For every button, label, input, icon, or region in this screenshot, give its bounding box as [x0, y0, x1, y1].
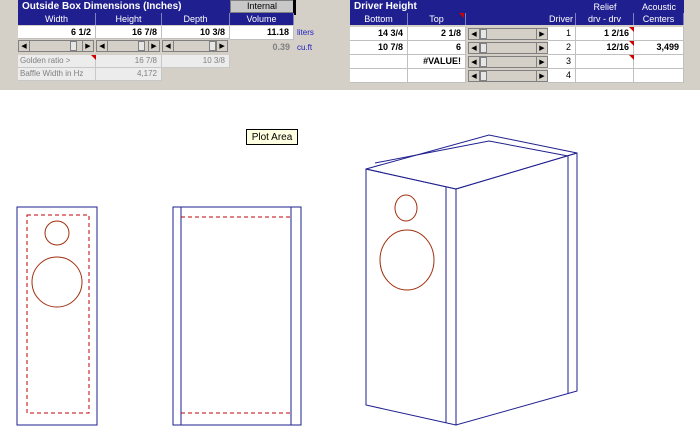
row3-acoustic — [634, 55, 684, 69]
scroll-left-icon[interactable]: ◀ — [469, 29, 480, 39]
iso-top-face — [365, 134, 578, 190]
width-value[interactable]: 6 1/2 — [18, 26, 96, 39]
col-top-header: Top — [408, 13, 466, 25]
relief-subheader: drv - drv — [576, 13, 634, 25]
row4-driver-number: 4 — [548, 69, 576, 83]
row1-top[interactable]: 2 1/8 — [408, 27, 466, 41]
side-outline — [172, 206, 302, 426]
acoustic-header: Acoustic — [634, 0, 684, 13]
scroll-thumb[interactable] — [209, 41, 217, 51]
row4-scrollbar[interactable]: ◀ ▶ — [468, 70, 548, 82]
scroll-left-icon[interactable]: ◀ — [469, 57, 480, 67]
row3-scrollbar[interactable]: ◀ ▶ — [468, 56, 548, 68]
scroll-left-icon[interactable]: ◀ — [97, 41, 108, 51]
scroll-thumb[interactable] — [70, 41, 77, 51]
row3-driver-number: 3 — [548, 55, 576, 69]
golden-ratio-label: Golden ratio > — [18, 55, 96, 68]
iso-side-face — [455, 152, 578, 426]
acoustic-subheader: Centers — [634, 13, 684, 25]
scroll-left-icon[interactable]: ◀ — [469, 43, 480, 53]
height-scrollbar[interactable]: ◀ ▶ — [96, 40, 160, 52]
speaker-drawing[interactable] — [0, 90, 700, 445]
baffle-width-label: Baffle Width in Hz — [18, 68, 96, 81]
scroll-right-icon[interactable]: ▶ — [82, 41, 93, 51]
tweeter-circle — [44, 220, 70, 246]
scroll-right-icon[interactable]: ▶ — [536, 71, 547, 81]
driver-height-header: Driver Height — [350, 0, 576, 13]
liters-value: 11.18 — [230, 26, 294, 40]
col-height-header: Height — [96, 13, 162, 25]
col-driver-header: Driver — [466, 13, 576, 25]
volume-header: Volume — [230, 13, 294, 25]
scroll-thumb[interactable] — [480, 71, 487, 81]
row2-bottom[interactable]: 10 7/8 — [350, 41, 408, 55]
row1-scrollbar[interactable]: ◀ ▶ — [468, 28, 548, 40]
iso-tweeter — [394, 194, 418, 222]
row4-top[interactable] — [408, 69, 466, 83]
scroll-thumb[interactable] — [480, 57, 487, 67]
row1-bottom[interactable]: 14 3/4 — [350, 27, 408, 41]
row2-driver-number: 2 — [548, 41, 576, 55]
scroll-left-icon[interactable]: ◀ — [469, 71, 480, 81]
scroll-right-icon[interactable]: ▶ — [536, 43, 547, 53]
col-bottom-header: Bottom — [350, 13, 408, 25]
scroll-thumb[interactable] — [480, 29, 487, 39]
scroll-thumb[interactable] — [138, 41, 145, 51]
iso-top-inner-edge — [374, 140, 569, 164]
scroll-right-icon[interactable]: ▶ — [148, 41, 159, 51]
iso-woofer — [379, 229, 435, 291]
liters-unit: liters — [297, 28, 314, 37]
scroll-left-icon[interactable]: ◀ — [19, 41, 30, 51]
depth-scrollbar[interactable]: ◀ ▶ — [162, 40, 228, 52]
scroll-right-icon[interactable]: ▶ — [536, 29, 547, 39]
row4-acoustic — [634, 69, 684, 83]
depth-value[interactable]: 10 3/8 — [162, 26, 230, 39]
row4-relief — [576, 69, 634, 83]
row3-relief — [576, 55, 634, 69]
relief-header: Relief — [576, 0, 634, 13]
front-view — [16, 206, 98, 426]
side-view — [172, 206, 302, 426]
scroll-thumb[interactable] — [480, 43, 487, 53]
row4-bottom[interactable] — [350, 69, 408, 83]
scroll-right-icon[interactable]: ▶ — [536, 57, 547, 67]
baffle-width-value: 4,172 — [96, 68, 162, 81]
row1-relief: 1 2/16 — [576, 27, 634, 41]
scroll-right-icon[interactable]: ▶ — [216, 41, 228, 51]
golden-height-value: 16 7/8 — [96, 55, 162, 68]
height-value[interactable]: 16 7/8 — [96, 26, 162, 39]
internal-header: Internal — [230, 0, 294, 13]
front-baffle-outline — [16, 206, 98, 426]
row2-acoustic: 3,499 — [634, 41, 684, 55]
row3-top[interactable]: #VALUE! — [408, 55, 466, 69]
isometric-view — [365, 134, 578, 426]
row2-relief: 12/16 — [576, 41, 634, 55]
golden-depth-value: 10 3/8 — [162, 55, 230, 68]
iso-front-face — [365, 168, 457, 426]
cuft-unit: cu.ft — [297, 43, 313, 52]
plot-area-tooltip: Plot Area — [246, 129, 298, 145]
scroll-left-icon[interactable]: ◀ — [163, 41, 174, 51]
col-width-header: Width — [18, 13, 96, 25]
col-depth-header: Depth — [162, 13, 230, 25]
row2-scrollbar[interactable]: ◀ ▶ — [468, 42, 548, 54]
woofer-circle — [31, 256, 83, 308]
row2-top[interactable]: 6 — [408, 41, 466, 55]
row1-acoustic — [634, 27, 684, 41]
width-scrollbar[interactable]: ◀ ▶ — [18, 40, 94, 52]
row1-driver-number: 1 — [548, 27, 576, 41]
comment-marker-icon — [459, 13, 464, 18]
outside-box-header: Outside Box Dimensions (Inches) — [18, 0, 230, 13]
row3-bottom[interactable] — [350, 55, 408, 69]
cuft-value: 0.39 — [272, 42, 290, 52]
